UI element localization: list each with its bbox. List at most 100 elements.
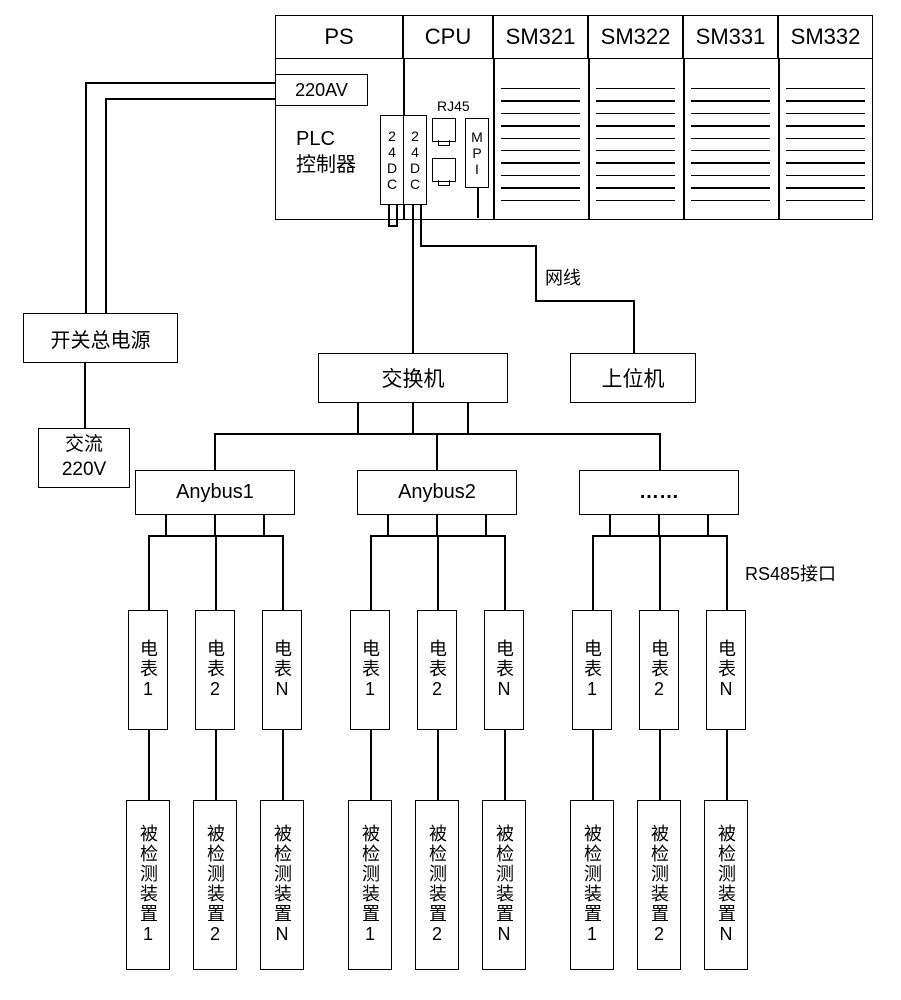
divider <box>778 59 780 220</box>
wire <box>215 730 217 800</box>
main-power-switch: 开关总电源 <box>23 313 178 363</box>
wire <box>85 82 275 84</box>
meter-g3-2: 电表2 <box>639 610 679 730</box>
anybus1-label: Anybus1 <box>176 481 254 504</box>
wire <box>387 515 389 535</box>
device-label: 被检测装置2 <box>202 824 228 946</box>
wire <box>282 535 284 610</box>
anybus2-label: Anybus2 <box>398 481 476 504</box>
ac-220v: 交流 220V <box>38 428 130 488</box>
device-g3-2: 被检测装置2 <box>637 800 681 970</box>
cpu-header-label: CPU <box>425 24 471 50</box>
rj45-port-2 <box>432 158 456 182</box>
host-computer: 上位机 <box>570 353 696 403</box>
meter-label: 电表1 <box>135 639 161 701</box>
plc-header-sm332: SM332 <box>778 15 873 59</box>
wire <box>148 535 150 610</box>
wire <box>148 730 150 800</box>
plc-header-cpu: CPU <box>403 15 493 59</box>
wire <box>412 403 414 433</box>
wire <box>388 205 390 225</box>
wire <box>420 245 535 247</box>
anybus-n: …… <box>579 470 739 515</box>
plc-header-sm331: SM331 <box>683 15 778 59</box>
wire <box>370 730 372 800</box>
wire <box>504 730 506 800</box>
sm332-slots <box>786 77 865 212</box>
device-label: 被检测装置1 <box>579 824 605 946</box>
wire <box>357 403 359 433</box>
dc-label-2: 24DC <box>407 128 423 192</box>
ps-header-label: PS <box>324 24 353 50</box>
wire <box>105 98 107 313</box>
wire <box>282 730 284 800</box>
wire <box>437 535 439 610</box>
wire <box>726 730 728 800</box>
mpi-label: MPI <box>469 129 485 177</box>
wire <box>658 515 660 535</box>
wire <box>84 363 86 428</box>
plc-controller-label: PLC 控制器 <box>296 126 356 178</box>
anybus-1: Anybus1 <box>135 470 295 515</box>
wire <box>535 300 633 302</box>
device-label: 被检测装置N <box>491 824 517 946</box>
device-g2-1: 被检测装置1 <box>348 800 392 970</box>
sm321-slots <box>501 77 580 212</box>
device-g2-2: 被检测装置2 <box>415 800 459 970</box>
meter-label: 电表2 <box>424 639 450 701</box>
sm322-slots <box>596 77 675 212</box>
device-label: 被检测装置N <box>269 824 295 946</box>
rj45-notch-2 <box>438 180 450 186</box>
sm331-slots <box>691 77 770 212</box>
sm332-label: SM332 <box>791 24 861 50</box>
wire <box>504 535 506 610</box>
wire <box>633 300 635 353</box>
wire <box>420 205 422 245</box>
device-label: 被检测装置2 <box>424 824 450 946</box>
wire <box>659 433 661 470</box>
device-label: 被检测装置N <box>713 824 739 946</box>
plc-header-ps: PS <box>275 15 403 59</box>
wire <box>214 515 216 535</box>
ps-220av-label: 220AV <box>295 80 348 101</box>
dc-label-1: 24DC <box>384 128 400 192</box>
device-label: 被检测装置1 <box>357 824 383 946</box>
wire <box>659 535 661 610</box>
meter-label: 电表1 <box>357 639 383 701</box>
plc-header-sm322: SM322 <box>588 15 683 59</box>
wire <box>592 730 594 800</box>
wire <box>436 515 438 535</box>
wire <box>85 82 87 313</box>
meter-g3-n: 电表N <box>706 610 746 730</box>
wire <box>467 403 469 433</box>
wire <box>215 535 217 610</box>
meter-label: 电表2 <box>646 639 672 701</box>
meter-g2-n: 电表N <box>484 610 524 730</box>
meter-g1-1: 电表1 <box>128 610 168 730</box>
wire <box>165 515 167 535</box>
device-g1-1: 被检测装置1 <box>126 800 170 970</box>
switch-label: 交换机 <box>382 363 445 393</box>
wire <box>609 515 611 535</box>
wire <box>707 515 709 535</box>
plc-header-sm321: SM321 <box>493 15 588 59</box>
divider <box>683 59 685 220</box>
rj45-port-1 <box>432 118 456 142</box>
dc-box-2: 24DC <box>403 115 427 205</box>
rj45-notch-1 <box>438 140 450 146</box>
meter-label: 电表N <box>269 639 295 701</box>
cable-label: 网线 <box>545 264 581 290</box>
meter-g2-1: 电表1 <box>350 610 390 730</box>
meter-label: 电表N <box>491 639 517 701</box>
rj45-label: RJ45 <box>437 98 470 114</box>
device-g3-n: 被检测装置N <box>704 800 748 970</box>
wire <box>726 535 728 610</box>
wire <box>214 433 216 470</box>
sm322-label: SM322 <box>601 24 671 50</box>
meter-g1-2: 电表2 <box>195 610 235 730</box>
main-power-label: 开关总电源 <box>51 324 151 353</box>
network-switch: 交换机 <box>318 353 508 403</box>
device-g1-2: 被检测装置2 <box>193 800 237 970</box>
meter-g2-2: 电表2 <box>417 610 457 730</box>
meter-label: 电表1 <box>579 639 605 701</box>
